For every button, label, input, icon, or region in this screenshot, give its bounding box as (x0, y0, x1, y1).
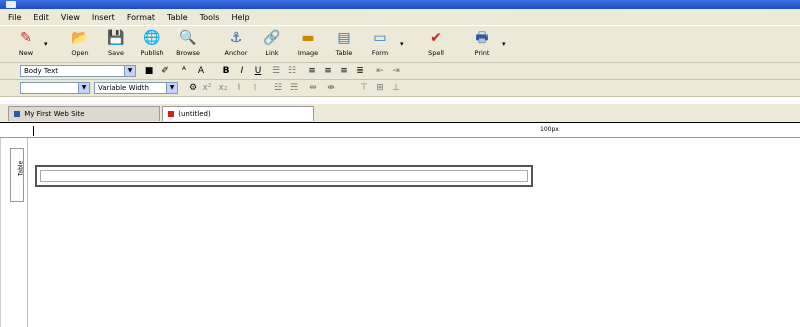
align-justify-icon[interactable]: ≣ (354, 65, 366, 77)
editor-left-border (27, 138, 28, 327)
valign-bottom-icon[interactable]: ⊥ (390, 82, 402, 94)
publish-button[interactable]: 🌐 Publish (136, 29, 168, 61)
save-button[interactable]: 💾 Save (100, 29, 132, 61)
globe-icon: 🌐 (143, 30, 161, 46)
document-tab-bar: My First Web Site (untitled) (0, 104, 800, 122)
strikethrough-icon[interactable]: I (234, 82, 244, 94)
app-icon (6, 1, 16, 8)
menu-edit[interactable]: Edit (33, 13, 49, 22)
merge-cells-icon[interactable]: ⇹ (306, 82, 320, 94)
font-width-select[interactable]: Variable Width ▼ (94, 82, 178, 94)
link-button[interactable]: 🔗 Link (256, 29, 288, 61)
chain-link-icon: 🔗 (263, 30, 281, 46)
font-settings-icon[interactable]: ⚙ (188, 82, 198, 94)
bullet-list-icon[interactable]: ☰ (270, 65, 282, 77)
menu-file[interactable]: File (8, 13, 21, 22)
paragraph-style-select[interactable]: Body Text ▼ (20, 65, 136, 77)
menu-table[interactable]: Table (167, 13, 188, 22)
horizontal-ruler: 100px (0, 122, 800, 138)
image-button[interactable]: ▬ Image (292, 29, 324, 61)
pen-icon: ✎ (20, 30, 32, 46)
numbered-list-icon[interactable]: ☷ (286, 65, 298, 77)
image-icon: ▬ (301, 30, 315, 46)
italic-button[interactable]: I (236, 65, 248, 77)
spell-check-icon: ✔ (430, 30, 442, 46)
new-dropdown-arrow[interactable]: ▾ (44, 40, 48, 48)
title-bar (0, 0, 800, 9)
outdent-icon[interactable]: ⇤ (374, 65, 386, 77)
highlight-icon[interactable]: ✐ (160, 65, 170, 77)
print-dropdown-arrow[interactable]: ▾ (502, 40, 506, 48)
table-element[interactable] (35, 165, 533, 187)
browse-button[interactable]: 🔍 Browse (172, 29, 204, 61)
indent-icon[interactable]: ⇥ (390, 65, 402, 77)
font-select[interactable]: ▼ (20, 82, 90, 94)
superscript-icon[interactable]: x² (202, 82, 212, 94)
site-icon (14, 111, 20, 117)
anchor-icon: ⚓ (229, 30, 243, 46)
anchor-button[interactable]: ⚓ Anchor (220, 29, 252, 61)
bold-button[interactable]: B (220, 65, 232, 77)
table-cell[interactable] (40, 170, 528, 182)
menu-view[interactable]: View (61, 13, 80, 22)
form-button[interactable]: ▭ Form (364, 29, 396, 61)
chevron-down-icon: ▼ (124, 66, 135, 76)
menu-tools[interactable]: Tools (200, 13, 220, 22)
print-button[interactable]: 🖶 Print (466, 29, 498, 61)
valign-top-icon[interactable]: ⊤ (358, 82, 370, 94)
magnifier-icon: 🔍 (179, 30, 197, 46)
chevron-down-icon: ▼ (78, 83, 89, 93)
subscript-icon[interactable]: x₂ (218, 82, 228, 94)
insert-row-icon[interactable]: ☳ (272, 82, 284, 94)
folder-open-icon: 📂 (71, 30, 89, 46)
ruler-left-marker (33, 126, 34, 136)
format-toolbar: Body Text ▼ ■ ✐ ᴬ A B I U ☰ ☷ ≡ ≡ ≡ ≣ ⇤ … (0, 63, 800, 80)
align-left-icon[interactable]: ≡ (306, 65, 318, 77)
vertical-table-ruler: Table (10, 148, 24, 202)
valign-middle-icon[interactable]: ⊞ (374, 82, 386, 94)
menu-format[interactable]: Format (127, 13, 155, 22)
page-icon (168, 111, 174, 117)
nonbreaking-icon[interactable]: ⁞ (250, 82, 260, 94)
chevron-down-icon: ▼ (166, 83, 177, 93)
underline-button[interactable]: U (252, 65, 264, 77)
form-dropdown-arrow[interactable]: ▾ (400, 40, 404, 48)
ruler-width-label: 100px (540, 126, 559, 133)
table-button[interactable]: ▤ Table (328, 29, 360, 61)
spell-button[interactable]: ✔ Spell (420, 29, 452, 61)
insert-column-icon[interactable]: ☴ (288, 82, 300, 94)
new-button[interactable]: ✎ New (10, 29, 42, 61)
increase-font-size-icon[interactable]: A (194, 65, 208, 77)
floppy-disk-icon: 💾 (107, 30, 125, 46)
form-icon: ▭ (373, 30, 387, 46)
text-color-swatch[interactable]: ■ (144, 65, 154, 77)
split-cells-icon[interactable]: ⇼ (324, 82, 338, 94)
printer-icon: 🖶 (475, 30, 489, 46)
menu-insert[interactable]: Insert (92, 13, 115, 22)
decrease-font-size-icon[interactable]: ᴬ (178, 65, 190, 77)
main-toolbar: ✎ New ▾ 📂 Open 💾 Save 🌐 Publish 🔍 Browse… (0, 25, 800, 63)
align-center-icon[interactable]: ≡ (322, 65, 334, 77)
tab-my-first-web-site[interactable]: My First Web Site (8, 106, 160, 121)
tab-untitled[interactable]: (untitled) (162, 106, 314, 121)
align-right-icon[interactable]: ≡ (338, 65, 350, 77)
menu-bar: File Edit View Insert Format Table Tools… (0, 9, 800, 25)
format-toolbar-2: ▼ Variable Width ▼ ⚙ x² x₂ I ⁞ ☳ ☴ ⇹ ⇼ ⊤… (0, 80, 800, 97)
table-icon: ▤ (337, 30, 351, 46)
open-button[interactable]: 📂 Open (64, 29, 96, 61)
menu-help[interactable]: Help (231, 13, 249, 22)
